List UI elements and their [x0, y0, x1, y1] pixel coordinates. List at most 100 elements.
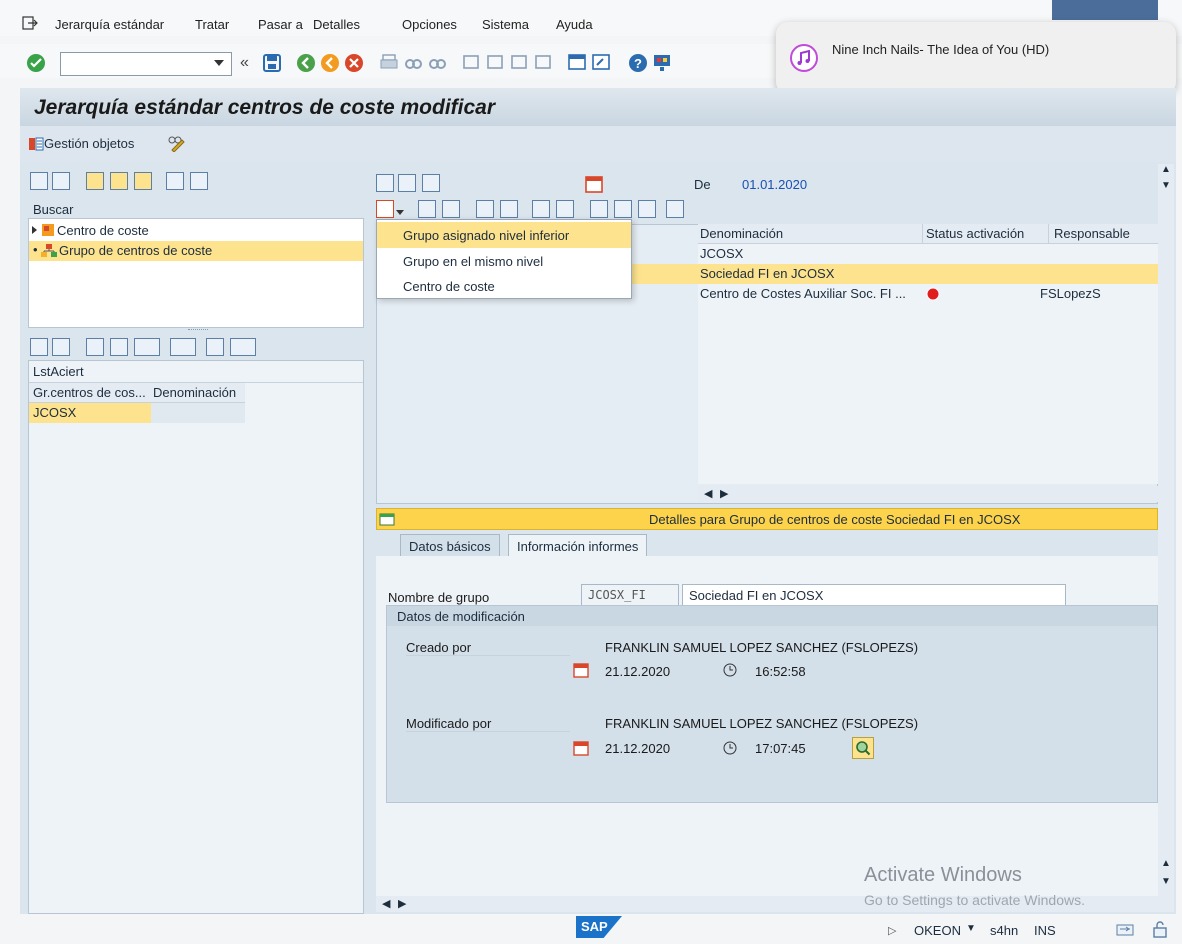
media-notification[interactable]: Nine Inch Nails- The Idea of You (HD) [776, 22, 1176, 94]
scroll-up-icon[interactable]: ▲ [1161, 858, 1171, 869]
collapse-all-icon[interactable] [614, 200, 632, 218]
menu-pasar-a[interactable]: Pasar a [258, 17, 303, 32]
copy-icon[interactable] [418, 200, 436, 218]
overview-icon[interactable] [422, 174, 440, 192]
exit-app-icon[interactable] [320, 53, 340, 73]
print-hierarchy-icon[interactable] [638, 200, 656, 218]
enter-icon[interactable] [26, 53, 46, 73]
menu-detalles[interactable]: Detalles [313, 17, 360, 32]
group-name-field[interactable]: Sociedad FI en JCOSX [682, 584, 1066, 606]
scroll-down-icon[interactable]: ▼ [1161, 180, 1171, 191]
menu-item-grupo-mismo-nivel[interactable]: Grupo en el mismo nivel [377, 248, 631, 274]
column-header[interactable]: Status activación [926, 226, 1024, 241]
tree-node-grupo[interactable]: • Grupo de centros de coste [29, 241, 363, 261]
system-dropdown-icon[interactable]: ▼ [966, 923, 976, 934]
expand-arrow-icon[interactable] [31, 225, 39, 235]
favorite-add-icon[interactable] [86, 172, 104, 190]
column-header[interactable]: Responsable [1054, 226, 1130, 241]
grid-horizontal-scrollbar[interactable]: ◀ ▶ [698, 486, 1158, 502]
menu-jerarquia[interactable]: Jerarquía estándar [55, 17, 164, 32]
expand-icon[interactable] [166, 172, 184, 190]
layout-icon[interactable] [230, 338, 256, 356]
expand-all-icon[interactable] [590, 200, 608, 218]
menu-sistema[interactable]: Sistema [482, 17, 529, 32]
collapse-toolbar-icon[interactable]: « [240, 54, 249, 72]
application-toolbar: Gestión objetos [20, 126, 1176, 162]
table-row[interactable]: Centro de Costes Auxiliar Soc. FI ... FS… [698, 284, 1158, 304]
column-header[interactable]: Denominación [700, 226, 783, 241]
tab-datos-basicos[interactable]: Datos básicos [400, 534, 500, 558]
next-page-icon[interactable] [510, 53, 528, 71]
calendar-icon[interactable] [584, 174, 604, 194]
save-icon[interactable] [262, 53, 282, 73]
nav-back-icon[interactable] [376, 174, 394, 192]
columns-icon[interactable] [666, 200, 684, 218]
help-icon[interactable]: ? [628, 53, 648, 73]
command-dropdown-icon[interactable] [213, 58, 225, 68]
vertical-scrollbar[interactable]: ▲ ▼ ▲ ▼ [1158, 164, 1174, 912]
back-icon[interactable] [296, 53, 316, 73]
move-up-icon[interactable] [476, 200, 494, 218]
list-item[interactable]: JCOSX [29, 403, 245, 423]
expand-subtree-icon[interactable] [532, 200, 550, 218]
last-page-icon[interactable] [534, 53, 552, 71]
input-mode[interactable]: INS [1034, 923, 1056, 938]
previous-page-icon[interactable] [486, 53, 504, 71]
tree-node-centro[interactable]: Centro de coste [29, 222, 363, 240]
filter-icon[interactable] [134, 338, 160, 356]
sum-icon[interactable] [170, 338, 196, 356]
scroll-down-icon[interactable]: ▼ [1161, 876, 1171, 887]
shortcut-icon[interactable] [592, 53, 610, 71]
exit-icon[interactable] [22, 16, 38, 30]
change-documents-button[interactable] [852, 737, 874, 759]
nav-forward-icon[interactable] [52, 172, 70, 190]
tab-informacion-informes[interactable]: Información informes [508, 534, 648, 558]
customize-layout-icon[interactable] [652, 53, 672, 73]
print-list-icon[interactable] [206, 338, 224, 356]
scroll-up-icon[interactable]: ▲ [1161, 164, 1171, 175]
collapse-subtree-icon[interactable] [556, 200, 574, 218]
print-icon[interactable] [380, 53, 398, 71]
collapse-icon[interactable] [190, 172, 208, 190]
details-icon[interactable] [30, 338, 48, 356]
favorite-icon[interactable] [110, 172, 128, 190]
create-icon[interactable] [376, 200, 394, 218]
new-session-icon[interactable] [568, 53, 586, 71]
connection-icon[interactable] [1116, 922, 1134, 938]
window-controls[interactable] [1052, 0, 1158, 20]
find-icon[interactable] [404, 53, 422, 71]
scroll-left-icon[interactable]: ◀ [382, 897, 390, 910]
sort-ascending-icon[interactable] [86, 338, 104, 356]
scroll-right-icon[interactable]: ▶ [398, 897, 406, 910]
menu-item-grupo-inferior[interactable]: Grupo asignado nivel inferior [377, 222, 631, 248]
delete-icon[interactable] [442, 200, 460, 218]
scroll-left-icon[interactable]: ◀ [704, 487, 712, 500]
find-list-icon[interactable] [52, 338, 70, 356]
table-row[interactable]: JCOSX [698, 244, 1158, 264]
menu-item-centro-coste[interactable]: Centro de coste [377, 273, 631, 299]
favorite-remove-icon[interactable] [134, 172, 152, 190]
splitter-handle[interactable] [188, 329, 208, 333]
lock-icon[interactable] [1152, 920, 1168, 938]
menu-tratar[interactable]: Tratar [195, 17, 229, 32]
menu-opciones[interactable]: Opciones [402, 17, 457, 32]
play-icon[interactable]: ▷ [888, 924, 896, 937]
menu-ayuda[interactable]: Ayuda [556, 17, 593, 32]
move-down-icon[interactable] [500, 200, 518, 218]
system-name[interactable]: OKEON [914, 923, 961, 938]
detail-toggle-icon[interactable] [379, 511, 395, 527]
find-next-icon[interactable] [428, 53, 446, 71]
command-field[interactable] [60, 52, 232, 76]
display-change-icon[interactable] [166, 134, 186, 152]
nav-forward-icon[interactable] [398, 174, 416, 192]
cancel-icon[interactable] [344, 53, 364, 73]
sort-descending-icon[interactable] [110, 338, 128, 356]
gestion-objetos-button[interactable]: Gestión objetos [44, 136, 134, 151]
column-header[interactable]: Denominación [153, 385, 236, 400]
first-page-icon[interactable] [462, 53, 480, 71]
hierarchy-icon [41, 244, 57, 258]
nav-back-icon[interactable] [30, 172, 48, 190]
scroll-right-icon[interactable]: ▶ [720, 487, 728, 500]
column-header[interactable]: Gr.centros de cos... [33, 385, 146, 400]
create-dropdown-icon[interactable] [396, 210, 404, 216]
